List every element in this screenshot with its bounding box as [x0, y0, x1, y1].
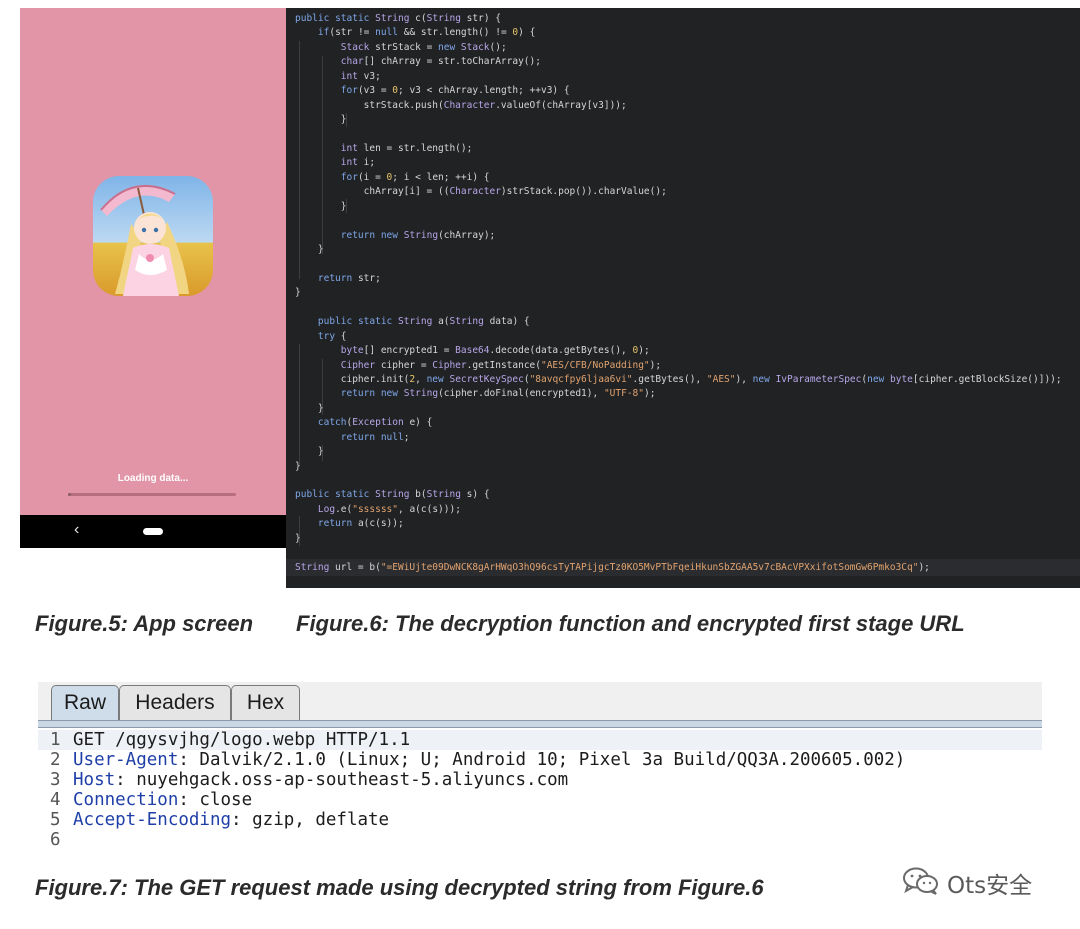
watermark: Ots安全: [902, 866, 1032, 900]
tab-raw[interactable]: Raw: [51, 685, 119, 720]
code-line: }: [295, 244, 324, 255]
request-line: 4 Connection: close: [38, 790, 1042, 810]
request-line-text: Connection: close: [73, 790, 253, 810]
figure-6-caption: Figure.6: The decryption function and en…: [296, 611, 965, 636]
code-line: }: [295, 200, 347, 212]
line-number: 1: [50, 730, 61, 750]
loading-progress-bar: [68, 493, 236, 496]
android-nav-bar: ‹: [20, 515, 286, 548]
figure-7-caption: Figure.7: The GET request made using dec…: [35, 875, 764, 900]
code-line: }: [295, 402, 324, 414]
watermark-text: Ots安全: [947, 873, 1033, 899]
code-line: Log.e("ssssss", a(c(s)));: [317, 503, 461, 515]
request-line: 1 GET /qgysvjhg/logo.webp HTTP/1.1: [38, 730, 1042, 750]
app-screen: Loading data... ‹: [20, 8, 286, 548]
code-line: cipher.init(2, new SecretKeySpec("8avqcf…: [295, 373, 1062, 385]
http-request-viewer: Raw Headers Hex 1 GET /qgysvjhg/logo.webp…: [38, 682, 1042, 854]
request-line: 5 Accept-Encoding: gzip, deflate: [38, 810, 1042, 830]
code-line: try {: [317, 330, 347, 342]
code-line: }: [295, 446, 324, 458]
line-number: 3: [50, 770, 61, 790]
line-number: 4: [50, 790, 61, 810]
code-line: return new String(chArray);: [340, 229, 496, 241]
request-line-text: Host: nuyehgack.oss-ap-southeast-5.aliyu…: [73, 770, 569, 790]
code-line: if(str != null && str.length() != 0) {: [317, 27, 536, 39]
code-line: for(i = 0; i < len; ++i) {: [340, 171, 490, 183]
line-number: 6: [50, 830, 61, 850]
app-icon[interactable]: [93, 176, 213, 296]
code-line: Stack strStack = new Stack();: [340, 41, 507, 53]
code-line: }: [295, 532, 301, 544]
code-line: Cipher cipher = Cipher.getInstance("AES/…: [340, 359, 662, 371]
header-name: Connection: [73, 790, 179, 810]
code-line: int len = str.length();: [340, 142, 473, 154]
tab-bar: Raw Headers Hex: [38, 682, 1042, 720]
encrypted-url-line: String url = b("=EWiUjte09DwNCK8gArHWqO3…: [295, 562, 930, 573]
code-line: }: [295, 287, 301, 299]
code-line: return null;: [340, 431, 410, 443]
code-line: }: [295, 114, 347, 126]
header-name: Accept-Encoding: [73, 810, 232, 830]
header-name: Host: [73, 770, 116, 790]
code-line: chArray[i] = ((Character)strStack.pop())…: [295, 186, 667, 198]
figure-5-caption: Figure.5: App screen: [35, 611, 254, 636]
code-line: int v3;: [340, 70, 381, 82]
code-line: strStack.push(Character.valueOf(chArray[…: [295, 99, 627, 111]
line-number: 5: [50, 810, 61, 830]
request-line: 6: [38, 830, 1042, 850]
loading-text: Loading data...: [117, 473, 189, 484]
code-block: public static String c(String str) { if(…: [295, 12, 1062, 546]
code-line: public static String a(String data) {: [317, 316, 530, 328]
wechat-icon: [902, 866, 940, 901]
tab-hex[interactable]: Hex: [231, 685, 300, 720]
request-line: 2 User-Agent: Dalvik/2.1.0 (Linux; U; And…: [38, 750, 1042, 770]
code-line: catch(Exception e) {: [317, 417, 433, 429]
code-line: byte[] encrypted1 = Base64.decode(data.g…: [340, 345, 650, 357]
raw-request-text[interactable]: 1 GET /qgysvjhg/logo.webp HTTP/1.1 2 User-A…: [38, 730, 1042, 850]
request-line-text: User-Agent: Dalvik/2.1.0 (Linux; U; Andr…: [73, 750, 906, 770]
code-line: int i;: [340, 157, 376, 169]
header-name: User-Agent: [73, 750, 179, 770]
code-line: return str;: [317, 272, 381, 284]
tab-divider: [38, 720, 1042, 728]
decompiled-code-panel: public static String c(String str) { if(…: [286, 8, 1080, 588]
code-line: char[] chArray = str.toCharArray();: [340, 56, 541, 68]
code-line: return a(c(s));: [317, 518, 404, 530]
code-line: return new String(cipher.doFinal(encrypt…: [340, 388, 656, 400]
request-line-text: GET /qgysvjhg/logo.webp HTTP/1.1: [73, 730, 411, 750]
line-number: 2: [50, 750, 61, 770]
request-line-text: Accept-Encoding: gzip, deflate: [73, 810, 390, 830]
code-line: public static String c(String str) {: [295, 13, 501, 24]
code-line: for(v3 = 0; v3 < chArray.length; ++v3) {: [340, 85, 570, 97]
code-line: public static String b(String s) {: [295, 489, 490, 501]
loading-progress-fill: [68, 493, 72, 496]
tab-headers[interactable]: Headers: [119, 685, 231, 720]
home-pill-icon[interactable]: [143, 528, 163, 535]
code-line: }: [295, 460, 301, 472]
request-line: 3 Host: nuyehgack.oss-ap-southeast-5.aliy…: [38, 770, 1042, 790]
back-icon[interactable]: ‹: [74, 521, 79, 539]
